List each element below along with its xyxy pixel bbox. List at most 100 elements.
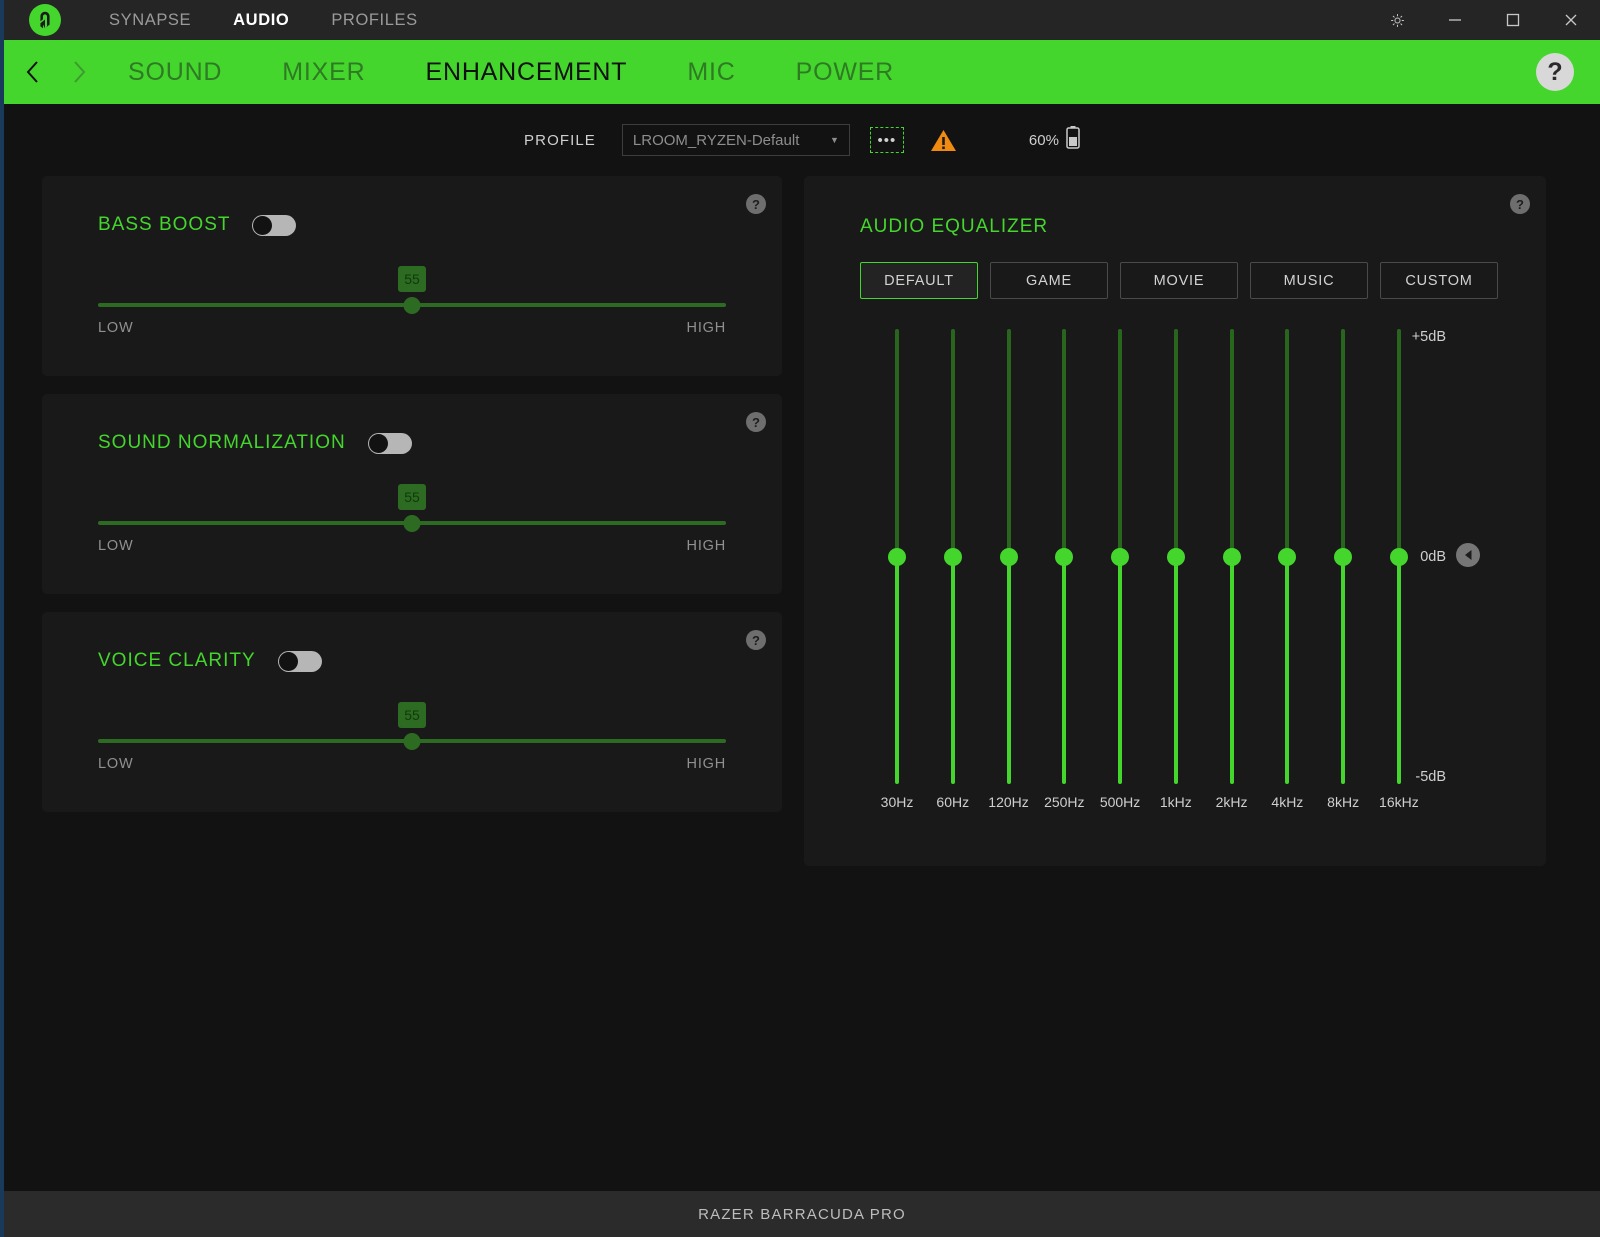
band-handle[interactable] (888, 548, 906, 566)
effect-title: VOICE CLARITY (98, 650, 256, 672)
band-track-upper (1174, 329, 1178, 557)
help-icon[interactable]: ? (1510, 194, 1530, 214)
bass-boost-toggle[interactable] (252, 215, 296, 236)
band-track-lower (951, 557, 955, 785)
slider-handle[interactable] (404, 733, 421, 750)
band-track-upper (895, 329, 899, 557)
equalizer-band: 8kHz (1324, 329, 1362, 799)
help-icon[interactable]: ? (746, 412, 766, 432)
sub-nav-bar: SOUND MIXER ENHANCEMENT MIC POWER ? (4, 40, 1600, 104)
triangle-left-icon[interactable] (1456, 543, 1480, 567)
profile-dropdown[interactable]: LROOM_RYZEN-Default ▼ (622, 124, 850, 156)
slider-handle[interactable] (404, 297, 421, 314)
band-handle[interactable] (1055, 548, 1073, 566)
minimize-icon[interactable] (1426, 0, 1484, 40)
help-button[interactable]: ? (1536, 53, 1574, 91)
band-track-lower (1341, 557, 1345, 785)
voice-clarity-slider[interactable] (98, 732, 726, 750)
db-tick-minus5: -5dB (1415, 769, 1446, 785)
band-frequency-label: 1kHz (1160, 794, 1192, 810)
equalizer-band-slider[interactable]: 120Hz (990, 329, 1028, 784)
slider-range-labels: LOW HIGH (98, 320, 726, 336)
band-handle[interactable] (1390, 548, 1408, 566)
battery-icon (1066, 126, 1080, 154)
top-tab-list: SYNAPSE AUDIO PROFILES (109, 11, 418, 30)
band-handle[interactable] (1000, 548, 1018, 566)
chevron-down-icon: ▼ (830, 135, 839, 145)
band-track-lower (1062, 557, 1066, 785)
title-bar: SYNAPSE AUDIO PROFILES (4, 0, 1600, 40)
slider-value-row: 55 (98, 266, 726, 296)
preset-custom[interactable]: CUSTOM (1380, 262, 1498, 299)
preset-movie[interactable]: MOVIE (1120, 262, 1238, 299)
panel-spacer (42, 772, 782, 812)
close-icon[interactable] (1542, 0, 1600, 40)
band-handle[interactable] (944, 548, 962, 566)
help-icon[interactable]: ? (746, 194, 766, 214)
sub-tab-mixer[interactable]: MIXER (282, 58, 365, 87)
toggle-knob (279, 652, 298, 671)
bass-boost-slider[interactable] (98, 296, 726, 314)
band-track-lower (1285, 557, 1289, 785)
band-frequency-label: 2kHz (1216, 794, 1248, 810)
sub-tab-enhancement[interactable]: ENHANCEMENT (425, 58, 627, 87)
slider-value-badge: 55 (398, 484, 426, 510)
equalizer-band: 250Hz (1045, 329, 1083, 799)
slider-value-badge: 55 (398, 702, 426, 728)
chevron-left-icon[interactable] (10, 40, 56, 104)
equalizer-band-slider[interactable]: 500Hz (1101, 329, 1139, 784)
effect-header: BASS BOOST (42, 176, 782, 236)
maximize-icon[interactable] (1484, 0, 1542, 40)
band-handle[interactable] (1334, 548, 1352, 566)
equalizer-band-slider[interactable]: 60Hz (934, 329, 972, 784)
voice-clarity-toggle[interactable] (278, 651, 322, 672)
equalizer-band-slider[interactable]: 8kHz (1324, 329, 1362, 784)
warning-triangle-icon[interactable] (930, 128, 957, 153)
profile-more-button[interactable]: ••• (870, 127, 904, 153)
preset-game[interactable]: GAME (990, 262, 1108, 299)
effect-title: SOUND NORMALIZATION (98, 432, 346, 454)
equalizer-band-slider[interactable]: 16kHz (1380, 329, 1418, 784)
panel-bass-boost: ? BASS BOOST 55 LOW HIGH (42, 176, 782, 376)
effects-column: ? BASS BOOST 55 LOW HIGH (42, 176, 782, 812)
preset-default[interactable]: DEFAULT (860, 262, 978, 299)
sub-tab-power[interactable]: POWER (796, 58, 894, 87)
effect-slider-area: 55 LOW HIGH (42, 484, 782, 554)
band-handle[interactable] (1111, 548, 1129, 566)
chevron-right-icon[interactable] (56, 40, 102, 104)
equalizer-band-slider[interactable]: 250Hz (1045, 329, 1083, 784)
band-handle[interactable] (1167, 548, 1185, 566)
equalizer-band-slider[interactable]: 2kHz (1213, 329, 1251, 784)
preset-music[interactable]: MUSIC (1250, 262, 1368, 299)
top-tab-profiles[interactable]: PROFILES (331, 11, 417, 30)
help-icon[interactable]: ? (746, 630, 766, 650)
panel-audio-equalizer: ? AUDIO EQUALIZER DEFAULT GAME MOVIE MUS… (804, 176, 1546, 866)
slider-handle[interactable] (404, 515, 421, 532)
equalizer-band-slider[interactable]: 1kHz (1157, 329, 1195, 784)
top-tab-synapse[interactable]: SYNAPSE (109, 11, 191, 30)
slider-max-label: HIGH (687, 538, 726, 554)
slider-range-labels: LOW HIGH (98, 756, 726, 772)
sub-tab-mic[interactable]: MIC (687, 58, 735, 87)
band-handle[interactable] (1278, 548, 1296, 566)
slider-range-labels: LOW HIGH (98, 538, 726, 554)
equalizer-band: 500Hz (1101, 329, 1139, 799)
slider-value-row: 55 (98, 702, 726, 732)
band-track-upper (1062, 329, 1066, 557)
sound-normalization-slider[interactable] (98, 514, 726, 532)
band-frequency-label: 60Hz (936, 794, 969, 810)
band-frequency-label: 4kHz (1271, 794, 1303, 810)
panel-sound-normalization: ? SOUND NORMALIZATION 55 LOW HIGH (42, 394, 782, 594)
band-frequency-label: 8kHz (1327, 794, 1359, 810)
effect-title: BASS BOOST (98, 214, 230, 236)
band-track-lower (1230, 557, 1234, 785)
sound-normalization-toggle[interactable] (368, 433, 412, 454)
band-track-upper (1007, 329, 1011, 557)
equalizer-band-slider[interactable]: 4kHz (1268, 329, 1306, 784)
band-handle[interactable] (1223, 548, 1241, 566)
gear-icon[interactable] (1368, 0, 1426, 40)
equalizer-band: 60Hz (934, 329, 972, 799)
equalizer-band-slider[interactable]: 30Hz (878, 329, 916, 784)
sub-tab-sound[interactable]: SOUND (128, 58, 222, 87)
top-tab-audio[interactable]: AUDIO (233, 11, 289, 30)
